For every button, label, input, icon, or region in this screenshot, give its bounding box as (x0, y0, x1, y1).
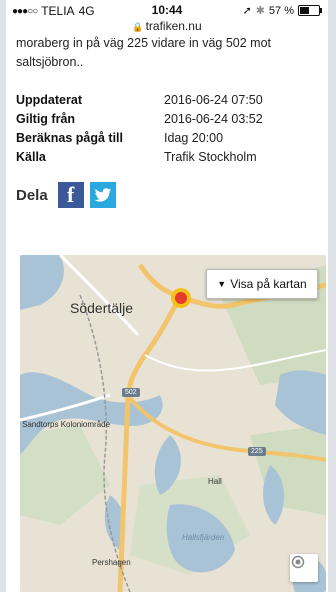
meta-row: Uppdaterat 2016-06-24 07:50 (16, 90, 263, 109)
road-shield: 225 (248, 447, 266, 456)
triangle-down-icon: ▼ (217, 279, 227, 289)
share-label: Dela (16, 186, 48, 204)
map-label-lake: Hallsfjärden (182, 533, 225, 542)
page-content: moraberg in på väg 225 vidare in väg 502… (16, 34, 316, 208)
map-view[interactable]: Södertälje Sandtorps Koloniområde Hall P… (20, 255, 326, 592)
incident-marker-icon[interactable] (169, 286, 193, 310)
meta-row: Beräknas pågå till Idag 20:00 (16, 128, 263, 147)
meta-value: Trafik Stockholm (164, 149, 257, 164)
status-bar: ●●●○○ TELIA 4G 10:44 ➚ ✱ 57 % (6, 0, 328, 20)
incident-description: moraberg in på väg 225 vidare in väg 502… (16, 36, 272, 69)
meta-label: Källa (16, 149, 46, 164)
battery-fill (300, 7, 309, 14)
twitter-share-button[interactable] (89, 182, 116, 208)
view-on-map-button[interactable]: ▼ Visa på kartan (206, 269, 318, 299)
locate-me-button[interactable] (290, 554, 318, 582)
meta-value: 2016-06-24 03:52 (164, 111, 263, 126)
facebook-icon: f (67, 182, 75, 207)
lock-icon: 🔒 (132, 22, 144, 32)
battery-icon (298, 5, 322, 16)
incident-meta-table: Uppdaterat 2016-06-24 07:50 Giltig från … (16, 90, 263, 166)
battery-percent: 57 % (268, 4, 294, 17)
road-shield: 502 (122, 388, 140, 397)
url-text: trafiken.nu (145, 19, 202, 33)
status-right: ➚ ✱ 57 % (242, 4, 322, 17)
meta-value: 2016-06-24 07:50 (164, 92, 263, 107)
meta-row: Giltig från 2016-06-24 03:52 (16, 109, 263, 128)
meta-label: Beräknas pågå till (16, 130, 123, 145)
meta-row: Källa Trafik Stockholm (16, 147, 263, 166)
facebook-share-button[interactable]: f (57, 182, 84, 208)
map-label-area: Hall (208, 477, 222, 486)
twitter-icon (94, 187, 111, 202)
bluetooth-icon: ✱ (255, 5, 265, 17)
meta-label: Giltig från (16, 111, 76, 126)
target-icon (291, 555, 305, 569)
map-label-city: Södertälje (70, 300, 134, 316)
meta-value: Idag 20:00 (164, 130, 224, 145)
share-section: Dela f (16, 182, 316, 208)
meta-label: Uppdaterat (16, 92, 82, 107)
location-icon: ➚ (242, 5, 252, 17)
map-label-area: Pershagen (92, 558, 131, 567)
phone-screen: ●●●○○ TELIA 4G 10:44 ➚ ✱ 57 % 🔒 trafiken.… (6, 0, 328, 592)
map-label-area: Sandtorps Koloniområde (22, 420, 111, 429)
view-on-map-label: Visa på kartan (230, 277, 307, 291)
